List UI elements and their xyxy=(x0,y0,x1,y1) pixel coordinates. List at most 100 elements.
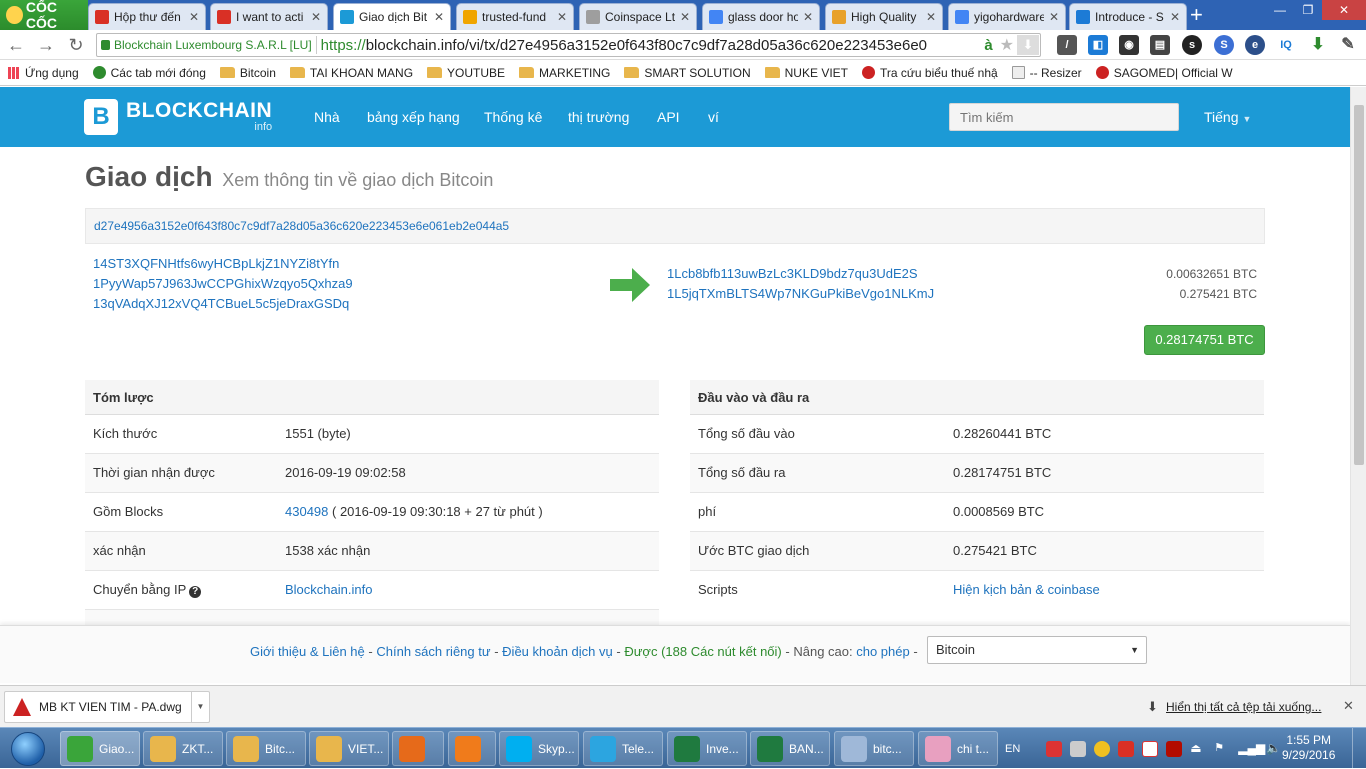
url-text[interactable]: https://blockchain.info/vi/tx/d27e4956a3… xyxy=(317,37,981,54)
close-tab-icon[interactable]: ✕ xyxy=(311,10,321,24)
close-tab-icon[interactable]: ✕ xyxy=(557,10,567,24)
transaction-hash-link[interactable]: d27e4956a3152e0f643f80c7c9df7a28d05a36c6… xyxy=(85,208,1265,244)
relay-ip-link[interactable]: Blockchain.info xyxy=(285,582,372,597)
close-tab-icon[interactable]: ✕ xyxy=(803,10,813,24)
downloads-icon[interactable]: ⬇ xyxy=(1308,35,1328,55)
star-icon[interactable]: ★ xyxy=(997,35,1017,55)
download-item[interactable]: MB KT VIEN TIM - PA.dwg ▼ xyxy=(4,691,210,723)
page-scrollbar[interactable] xyxy=(1350,87,1366,685)
tray-flag-icon[interactable]: ⚑ xyxy=(1214,741,1230,757)
sync-extension-icon[interactable]: S xyxy=(1214,35,1234,55)
bookmark-item[interactable]: SMART SOLUTION xyxy=(624,66,751,80)
taskbar-button[interactable]: bitc... xyxy=(834,731,914,766)
close-tab-icon[interactable]: ✕ xyxy=(189,10,199,24)
tray-gmail-icon[interactable] xyxy=(1118,740,1135,757)
reload-icon[interactable]: ↻ xyxy=(66,35,86,55)
bookmark-item[interactable]: Bitcoin xyxy=(219,66,276,80)
output-address[interactable]: 1L5jqTXmBLTS4Wp7NKGuPkiBeVgo1NLKmJ xyxy=(667,286,934,301)
download-video-icon[interactable]: ⬇ xyxy=(1017,35,1039,55)
footer-about-link[interactable]: Giới thiệu & Liên hệ xyxy=(250,644,365,659)
start-button[interactable] xyxy=(4,729,52,769)
close-tab-icon[interactable]: ✕ xyxy=(1170,10,1180,24)
taskbar-button[interactable] xyxy=(448,731,496,766)
browser-tab[interactable]: Introduce - S ✕ xyxy=(1069,3,1187,30)
footer-terms-link[interactable]: Điều khoản dịch vụ xyxy=(502,644,613,659)
browser-tab[interactable]: I want to acti ✕ xyxy=(210,3,328,30)
taskbar-button[interactable]: Inve... xyxy=(667,731,747,766)
seo-extension-icon[interactable]: s xyxy=(1182,35,1202,55)
input-address[interactable]: 14ST3XQFNHtfs6wyHCBpLkjZ1NYZi8tYfn xyxy=(93,256,339,271)
eyedropper-extension-icon[interactable]: / xyxy=(1057,35,1077,55)
bookmark-item[interactable]: Ứng dụng xyxy=(8,66,79,80)
taskbar-button[interactable]: Giao... xyxy=(60,731,140,766)
tray-usb-icon[interactable]: ⏏ xyxy=(1190,741,1206,757)
total-amount-button[interactable]: 0.28174751 BTC xyxy=(1144,325,1265,355)
close-tab-icon[interactable]: ✕ xyxy=(1049,10,1059,24)
browser-tab[interactable]: trusted-fund ✕ xyxy=(456,3,574,30)
close-tab-icon[interactable]: ✕ xyxy=(434,10,444,24)
bookmark-item[interactable]: NUKE VIET xyxy=(764,66,848,80)
block-link[interactable]: 430498 xyxy=(285,504,328,519)
extension-icon[interactable]: ◧ xyxy=(1088,35,1108,55)
coccoc-menu-button[interactable]: CỐC CỐC xyxy=(0,0,88,31)
show-desktop-button[interactable] xyxy=(1352,728,1366,769)
settings-wrench-icon[interactable]: ✎ xyxy=(1338,35,1358,55)
camera-extension-icon[interactable]: ◉ xyxy=(1119,35,1139,55)
back-icon[interactable]: ← xyxy=(6,35,26,55)
nav-stats[interactable]: Thống kê xyxy=(484,109,542,125)
close-window-icon[interactable]: ✕ xyxy=(1322,0,1366,20)
nav-wallet[interactable]: ví xyxy=(708,109,719,125)
taskbar-button[interactable]: Bitc... xyxy=(226,731,306,766)
close-icon[interactable]: ✕ xyxy=(1343,698,1354,714)
forward-icon[interactable]: → xyxy=(36,35,56,55)
bookmark-item[interactable]: Tra cứu biểu thuế nhậ xyxy=(862,66,998,80)
browser-tab[interactable]: Giao dịch Bit ✕ xyxy=(333,3,451,30)
tray-app-icon[interactable] xyxy=(1142,740,1159,757)
bookmark-item[interactable]: SAGOMED| Official W xyxy=(1095,66,1233,80)
close-tab-icon[interactable]: ✕ xyxy=(926,10,936,24)
browser-tab[interactable]: Hộp thư đến ✕ xyxy=(88,3,206,30)
browser-tab[interactable]: glass door ho ✕ xyxy=(702,3,820,30)
taskbar-button[interactable]: chi t... xyxy=(918,731,998,766)
tray-network-icon[interactable]: ▂▄▆ xyxy=(1238,741,1265,757)
language-dropdown[interactable]: Tiếng ▼ xyxy=(1204,109,1251,125)
tray-app-icon[interactable] xyxy=(1070,740,1087,757)
tray-notification-icon[interactable] xyxy=(1046,740,1063,757)
new-tab-button[interactable]: + xyxy=(1190,4,1203,26)
scrollbar-thumb[interactable] xyxy=(1354,105,1364,465)
footer-privacy-link[interactable]: Chính sách riêng tư xyxy=(376,644,490,659)
bookmark-item[interactable]: MARKETING xyxy=(519,66,610,80)
taskbar-button[interactable] xyxy=(392,731,444,766)
show-all-downloads-link[interactable]: Hiển thị tất cả tệp tải xuống... xyxy=(1166,700,1321,714)
minimize-icon[interactable]: — xyxy=(1266,0,1294,20)
search-input[interactable] xyxy=(949,103,1179,131)
ev-certificate-badge[interactable]: Blockchain Luxembourg S.A.R.L [LU] xyxy=(97,36,317,54)
e-extension-icon[interactable]: e xyxy=(1245,35,1265,55)
tray-app-icon[interactable] xyxy=(1094,740,1111,757)
browser-tab[interactable]: yigohardware ✕ xyxy=(948,3,1066,30)
input-address[interactable]: 1PyyWap57J963JwCCPGhixWzqyo5Qxhza9 xyxy=(93,276,353,291)
keyboard-extension-icon[interactable]: ▤ xyxy=(1150,35,1170,55)
taskbar-button[interactable]: BAN... xyxy=(750,731,830,766)
bookmark-item[interactable]: -- Resizer xyxy=(1011,66,1082,80)
iq-extension-icon[interactable]: IQ xyxy=(1276,35,1296,55)
nav-rankings[interactable]: bảng xếp hạng xyxy=(367,109,460,125)
browser-tab[interactable]: Coinspace Ltd ✕ xyxy=(579,3,697,30)
taskbar-button[interactable]: Tele... xyxy=(583,731,663,766)
bookmark-item[interactable]: TAI KHOAN MANG xyxy=(289,66,413,80)
input-address[interactable]: 13qVAdqXJ12xVQ4TCBueL5c5jeDraxGSDq xyxy=(93,296,349,311)
chevron-down-icon[interactable]: ▼ xyxy=(191,692,209,722)
nav-home[interactable]: Nhà xyxy=(314,109,340,125)
advanced-enable-link[interactable]: cho phép xyxy=(856,644,910,659)
close-tab-icon[interactable]: ✕ xyxy=(680,10,690,24)
restore-icon[interactable]: ❐ xyxy=(1294,0,1322,20)
browser-tab[interactable]: High Quality ✕ xyxy=(825,3,943,30)
tray-acrobat-icon[interactable] xyxy=(1166,740,1183,757)
system-clock[interactable]: 1:55 PM 9/29/2016 xyxy=(1282,733,1335,763)
input-language[interactable]: EN xyxy=(1005,743,1020,755)
output-address[interactable]: 1Lcb8bfb113uwBzLc3KLD9bdz7qu3UdE2S xyxy=(667,266,918,281)
bookmark-item[interactable]: Các tab mới đóng xyxy=(92,66,206,80)
address-bar[interactable]: Blockchain Luxembourg S.A.R.L [LU] https… xyxy=(96,33,1041,57)
show-scripts-link[interactable]: Hiện kịch bản & coinbase xyxy=(953,582,1100,597)
network-select[interactable]: Bitcoin ▼ xyxy=(927,636,1147,664)
